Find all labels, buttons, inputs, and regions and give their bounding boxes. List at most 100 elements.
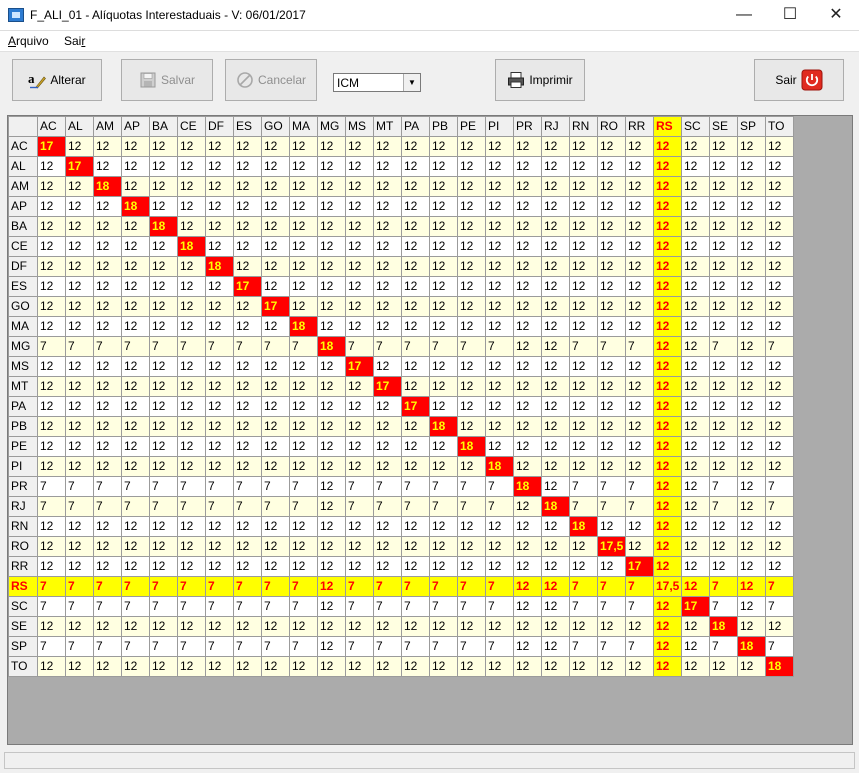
- rate-cell[interactable]: 12: [93, 356, 122, 377]
- rate-cell[interactable]: 12: [569, 136, 598, 157]
- rate-cell[interactable]: 12: [541, 256, 570, 277]
- rate-cell[interactable]: 17: [625, 556, 654, 577]
- rate-cell[interactable]: 12: [653, 176, 682, 197]
- rate-cell[interactable]: 7: [457, 576, 486, 597]
- rate-cell[interactable]: 12: [345, 556, 374, 577]
- rate-cell[interactable]: 12: [737, 316, 766, 337]
- rate-cell[interactable]: 12: [373, 236, 402, 257]
- rate-cell[interactable]: 7: [765, 596, 794, 617]
- rate-cell[interactable]: 12: [457, 376, 486, 397]
- rate-cell[interactable]: 12: [93, 456, 122, 477]
- rate-cell[interactable]: 12: [149, 376, 178, 397]
- rate-cell[interactable]: 12: [317, 576, 346, 597]
- rate-cell[interactable]: 7: [485, 576, 514, 597]
- rate-cell[interactable]: 12: [317, 416, 346, 437]
- rate-cell[interactable]: 12: [681, 316, 710, 337]
- rate-cell[interactable]: 12: [681, 256, 710, 277]
- rate-cell[interactable]: 12: [541, 456, 570, 477]
- rate-cell[interactable]: 12: [429, 616, 458, 637]
- rate-cell[interactable]: 12: [709, 376, 738, 397]
- rate-cell[interactable]: 12: [261, 376, 290, 397]
- rate-cell[interactable]: 12: [93, 316, 122, 337]
- rate-cell[interactable]: 12: [317, 256, 346, 277]
- rate-cell[interactable]: 12: [513, 516, 542, 537]
- rate-cell[interactable]: 12: [457, 316, 486, 337]
- rate-cell[interactable]: 12: [737, 296, 766, 317]
- rate-cell[interactable]: 7: [597, 336, 626, 357]
- rate-cell[interactable]: 12: [37, 376, 66, 397]
- rate-cell[interactable]: 12: [709, 656, 738, 677]
- rate-cell[interactable]: 12: [149, 656, 178, 677]
- rate-cell[interactable]: 12: [205, 216, 234, 237]
- rate-cell[interactable]: 12: [625, 296, 654, 317]
- rate-cell[interactable]: 12: [765, 276, 794, 297]
- rate-cell[interactable]: 12: [289, 536, 318, 557]
- rate-cell[interactable]: 7: [205, 496, 234, 517]
- rate-cell[interactable]: 12: [485, 156, 514, 177]
- rate-cell[interactable]: 12: [205, 356, 234, 377]
- rate-cell[interactable]: 7: [261, 336, 290, 357]
- rate-cell[interactable]: 12: [541, 396, 570, 417]
- rate-cell[interactable]: 12: [373, 296, 402, 317]
- rate-cell[interactable]: 7: [149, 476, 178, 497]
- rate-cell[interactable]: 7: [709, 496, 738, 517]
- rate-cell[interactable]: 12: [681, 336, 710, 357]
- rate-cell[interactable]: 12: [653, 236, 682, 257]
- rate-cell[interactable]: 18: [177, 236, 206, 257]
- rate-cell[interactable]: 12: [597, 556, 626, 577]
- rate-cell[interactable]: 12: [737, 136, 766, 157]
- rate-cell[interactable]: 12: [569, 536, 598, 557]
- rate-cell[interactable]: 12: [457, 176, 486, 197]
- rate-cell[interactable]: 12: [37, 416, 66, 437]
- rate-cell[interactable]: 12: [597, 436, 626, 457]
- rate-cell[interactable]: 12: [65, 376, 94, 397]
- rate-cell[interactable]: 12: [737, 496, 766, 517]
- rate-cell[interactable]: 12: [345, 656, 374, 677]
- rate-cell[interactable]: 12: [457, 456, 486, 477]
- rate-cell[interactable]: 12: [541, 356, 570, 377]
- rate-cell[interactable]: 12: [177, 156, 206, 177]
- rate-cell[interactable]: 12: [541, 216, 570, 237]
- menu-arquivo[interactable]: Arquivo: [8, 34, 49, 48]
- rate-cell[interactable]: 12: [569, 376, 598, 397]
- rate-cell[interactable]: 7: [569, 596, 598, 617]
- rate-cell[interactable]: 12: [457, 416, 486, 437]
- rate-cell[interactable]: 12: [653, 316, 682, 337]
- rate-cell[interactable]: 12: [205, 556, 234, 577]
- rate-cell[interactable]: 12: [765, 216, 794, 237]
- rate-cell[interactable]: 12: [289, 436, 318, 457]
- rate-cell[interactable]: 12: [541, 536, 570, 557]
- rate-cell[interactable]: 7: [37, 336, 66, 357]
- rate-cell[interactable]: 12: [317, 536, 346, 557]
- rate-cell[interactable]: 12: [233, 216, 262, 237]
- rate-cell[interactable]: 12: [709, 136, 738, 157]
- rate-cell[interactable]: 7: [233, 336, 262, 357]
- rate-cell[interactable]: 12: [597, 296, 626, 317]
- rate-cell[interactable]: 12: [289, 156, 318, 177]
- rate-cell[interactable]: 12: [93, 256, 122, 277]
- rate-cell[interactable]: 12: [233, 176, 262, 197]
- rate-cell[interactable]: 12: [513, 176, 542, 197]
- rate-cell[interactable]: 7: [65, 336, 94, 357]
- rate-cell[interactable]: 12: [429, 176, 458, 197]
- rate-cell[interactable]: 18: [457, 436, 486, 457]
- rate-cell[interactable]: 7: [93, 476, 122, 497]
- rate-cell[interactable]: 7: [429, 576, 458, 597]
- rate-cell[interactable]: 17: [373, 376, 402, 397]
- rate-cell[interactable]: 12: [177, 216, 206, 237]
- rate-cell[interactable]: 12: [737, 236, 766, 257]
- rate-cell[interactable]: 18: [93, 176, 122, 197]
- rate-cell[interactable]: 7: [261, 636, 290, 657]
- rate-cell[interactable]: 12: [289, 456, 318, 477]
- rate-cell[interactable]: 12: [597, 196, 626, 217]
- rate-cell[interactable]: 12: [765, 556, 794, 577]
- rate-cell[interactable]: 12: [513, 616, 542, 637]
- rate-cell[interactable]: 7: [345, 576, 374, 597]
- rate-cell[interactable]: 12: [541, 236, 570, 257]
- rate-cell[interactable]: 12: [93, 136, 122, 157]
- rate-cell[interactable]: 12: [65, 296, 94, 317]
- rate-cell[interactable]: 12: [597, 396, 626, 417]
- rate-cell[interactable]: 12: [457, 256, 486, 277]
- rate-cell[interactable]: 7: [625, 336, 654, 357]
- rate-cell[interactable]: 12: [737, 256, 766, 277]
